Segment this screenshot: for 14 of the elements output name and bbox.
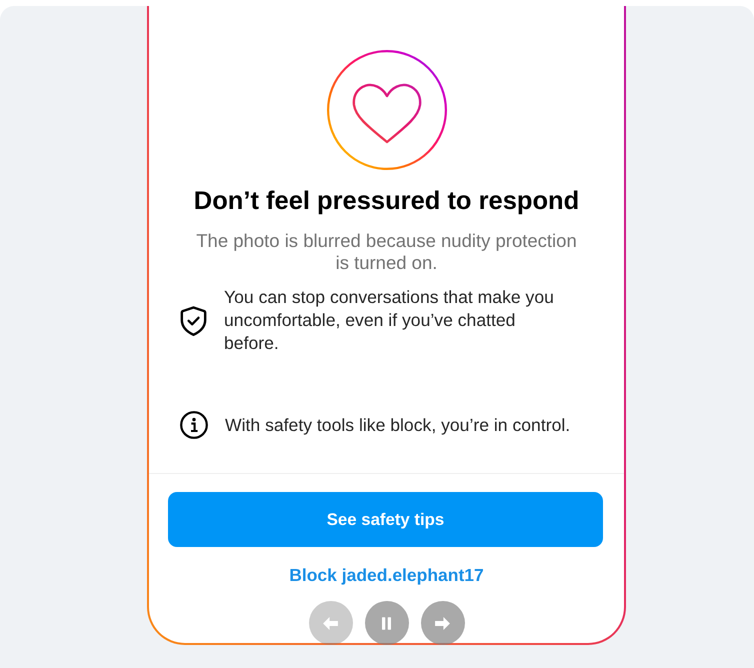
dialog-subtitle: The photo is blurred because nudity protection is turned on. [195,230,578,274]
arrow-left-icon [323,616,338,630]
safety-point-text: With safety tools like block, you’re in control. [225,414,572,436]
pause-button[interactable] [364,601,408,645]
shield-check-icon [180,306,207,336]
dialog-title: Don’t feel pressured to respond [194,186,580,216]
pause-icon [382,616,391,630]
next-button[interactable] [420,601,464,645]
safety-point-text: You can stop conversations that make you uncomfortable, even if you’ve chatted before. [224,286,555,355]
block-user-link[interactable]: Block jaded.elephant17 [289,565,484,586]
see-safety-tips-button[interactable]: See safety tips [168,492,603,547]
info-icon [180,411,208,439]
arrow-right-icon [435,616,450,630]
heart-circle-icon [326,50,446,170]
